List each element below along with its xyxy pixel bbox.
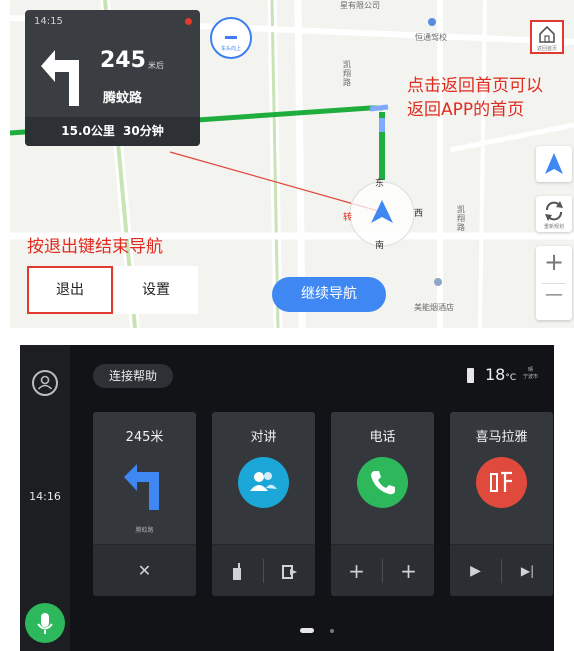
temperature: 18°C bbox=[485, 365, 516, 384]
heading-bar-icon bbox=[225, 36, 237, 39]
home-tip-annotation: 点击返回首页可以 返回APP的首页 bbox=[407, 74, 543, 122]
heading-mode-label: 车头向上 bbox=[220, 46, 241, 52]
navigation-card[interactable]: 245米 腾蚊路 ✕ bbox=[93, 412, 196, 596]
city-name: 宁波市 bbox=[523, 374, 539, 380]
phone-add-button-2[interactable]: + bbox=[383, 545, 434, 596]
page-indicator[interactable] bbox=[330, 629, 334, 633]
intercom-icon bbox=[238, 457, 289, 508]
user-icon bbox=[37, 375, 53, 390]
navigation-card-controls: ✕ bbox=[93, 544, 196, 596]
ximalaya-card-title: 喜马拉雅 bbox=[475, 430, 528, 445]
voice-assistant-button[interactable] bbox=[25, 603, 65, 643]
clock: 14:16 bbox=[29, 490, 61, 503]
home-button[interactable]: 返回首页 bbox=[530, 20, 564, 54]
intercom-card-controls bbox=[212, 544, 315, 596]
zoom-out-button[interactable]: — bbox=[536, 284, 572, 305]
avatar[interactable] bbox=[32, 370, 58, 396]
zoom-control: + — bbox=[536, 246, 572, 320]
home-button-label: 返回首页 bbox=[536, 46, 557, 52]
end-navigation-button[interactable]: ✕ bbox=[93, 545, 196, 596]
remaining-time: 30分钟 bbox=[123, 124, 164, 138]
walkie-talkie-icon bbox=[232, 562, 241, 580]
compass-south-label: 南 bbox=[375, 241, 385, 251]
navigation-card-title: 245米 bbox=[125, 430, 164, 445]
temperature-value: 18 bbox=[485, 365, 506, 384]
home-tip-line1: 点击返回首页可以 bbox=[407, 76, 543, 96]
ximalaya-icon bbox=[476, 457, 527, 508]
ximalaya-card-controls: ▶ ▶| bbox=[450, 544, 553, 596]
zoom-in-button[interactable]: + bbox=[536, 248, 572, 276]
compass-west-label: 西 bbox=[414, 209, 424, 219]
exit-tip-annotation: 按退出键结束导航 bbox=[27, 237, 163, 257]
nav-time: 14:15 bbox=[34, 16, 63, 27]
walkie-talkie-button[interactable] bbox=[212, 545, 263, 596]
trip-summary: 15.0公里 30分钟 bbox=[25, 117, 200, 146]
phone-add-button-1[interactable]: + bbox=[331, 545, 382, 596]
poi-label: 星有限公司 bbox=[340, 1, 380, 10]
phone-card-title: 电话 bbox=[369, 430, 396, 445]
road-label-right: 凯翔路 bbox=[457, 205, 465, 232]
reroute-button[interactable]: 重新规划 bbox=[536, 196, 572, 232]
turn-guidance-card: 14:15 245 米后 腾蚊路 15.0公里 30分钟 bbox=[25, 10, 200, 146]
poi-school-label: 恒通驾校 bbox=[415, 33, 447, 42]
phone-battery-icon bbox=[467, 368, 474, 383]
recording-dot-icon bbox=[185, 18, 192, 25]
navigation-screen: 星有限公司 恒通驾校 凯翔路 凯翔路 美能烟酒店 东 南 西 转 14:15 2… bbox=[10, 0, 574, 328]
compass-east-label: 东 bbox=[375, 179, 385, 189]
phone-card-controls: + + bbox=[331, 544, 434, 596]
ximalaya-card[interactable]: 喜马拉雅 ▶ ▶| bbox=[450, 412, 553, 596]
turn-distance-unit: 米后 bbox=[148, 61, 164, 70]
exit-channel-button[interactable] bbox=[264, 545, 315, 596]
weather-condition: 晴 bbox=[528, 367, 534, 373]
home-icon bbox=[539, 25, 555, 43]
refresh-icon bbox=[545, 201, 563, 221]
locate-button[interactable] bbox=[536, 146, 572, 182]
settings-button[interactable]: 设置 bbox=[114, 266, 198, 314]
road-label: 凯翔路 bbox=[343, 60, 351, 87]
temperature-unit: °C bbox=[505, 373, 517, 383]
poi-hotel-label: 美能烟酒店 bbox=[414, 303, 454, 312]
play-button[interactable]: ▶ bbox=[450, 545, 501, 596]
reroute-label: 重新规划 bbox=[543, 224, 564, 230]
compass-mark-label: 转 bbox=[343, 213, 353, 223]
navigation-card-road: 腾蚊路 bbox=[135, 527, 154, 534]
exit-icon bbox=[281, 564, 297, 579]
next-track-button[interactable]: ▶| bbox=[502, 545, 553, 596]
intercom-card-title: 对讲 bbox=[250, 430, 277, 445]
left-rail: 14:16 bbox=[20, 345, 70, 651]
remaining-distance: 15.0公里 bbox=[61, 124, 115, 138]
microphone-icon bbox=[37, 613, 53, 634]
connect-help-button[interactable]: 连接帮助 bbox=[93, 364, 173, 388]
turn-road-name: 腾蚊路 bbox=[103, 91, 143, 106]
turn-left-icon bbox=[41, 50, 79, 106]
weather-location: 晴 宁波市 bbox=[523, 367, 538, 381]
exit-button[interactable]: 退出 bbox=[27, 266, 113, 314]
home-tip-line2: 返回APP的首页 bbox=[407, 100, 525, 120]
turn-distance: 245 bbox=[100, 48, 146, 73]
heading-mode-button[interactable]: 车头向上 bbox=[210, 17, 252, 59]
turn-left-icon bbox=[124, 464, 159, 510]
intercom-card[interactable]: 对讲 bbox=[212, 412, 315, 596]
phone-icon bbox=[357, 457, 408, 508]
page-indicator-active[interactable] bbox=[300, 628, 314, 633]
car-launcher-screen: 14:16 连接帮助 18°C 晴 宁波市 245米 腾蚊路 ✕ 对讲 电话 +… bbox=[20, 345, 554, 651]
continue-navigation-button[interactable]: 继续导航 bbox=[272, 277, 386, 312]
navigation-arrow-icon bbox=[545, 153, 563, 174]
phone-card[interactable]: 电话 + + bbox=[331, 412, 434, 596]
